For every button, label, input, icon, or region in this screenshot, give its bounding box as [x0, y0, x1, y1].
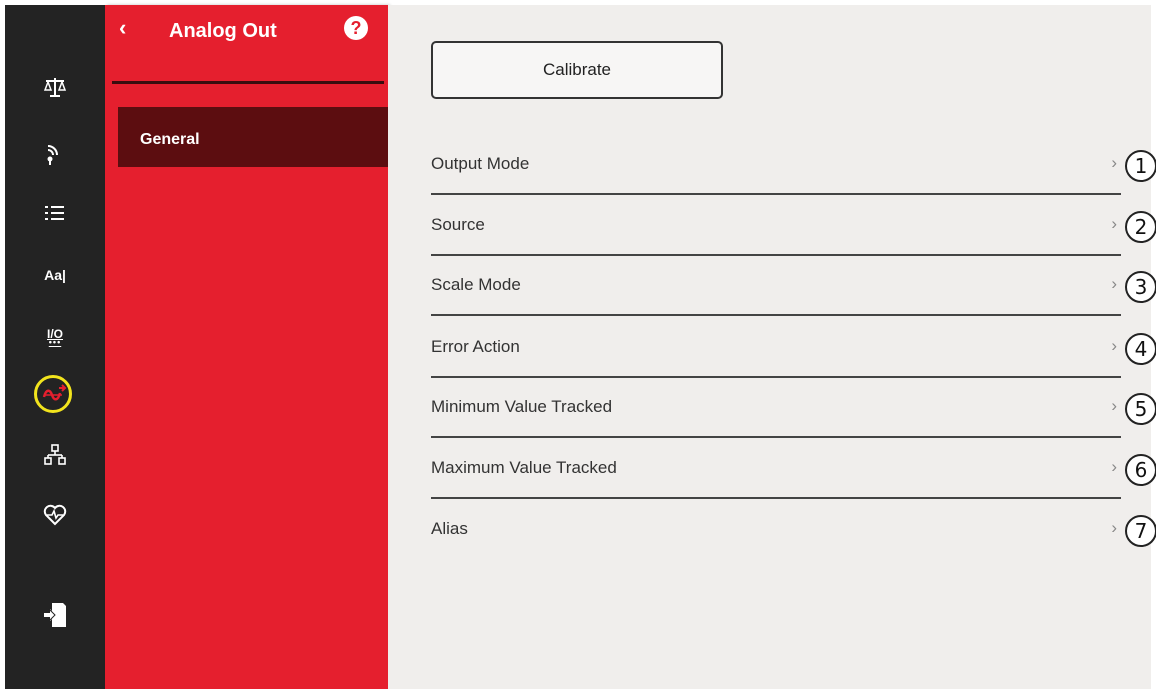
- menu-item-label: General: [140, 131, 200, 148]
- main-content: Calibrate Output Mode › Source › Scale M…: [388, 5, 1156, 689]
- chevron-right-icon: ›: [1111, 396, 1117, 415]
- list-icon[interactable]: [5, 193, 105, 233]
- callout-4: 4: [1125, 333, 1156, 365]
- chevron-right-icon: ›: [1111, 214, 1117, 233]
- callout-6: 6: [1125, 454, 1156, 486]
- callout-1: 1: [1125, 150, 1156, 182]
- icon-rail: Aa| I/O •••: [5, 5, 105, 689]
- callout-7: 7: [1125, 515, 1156, 547]
- help-icon[interactable]: ?: [344, 16, 368, 40]
- row-divider: [431, 314, 1121, 316]
- analog-out-menu: ‹ Analog Out ? General: [105, 5, 388, 689]
- setting-row-source[interactable]: Source ›: [431, 196, 1121, 256]
- callout-2: 2: [1125, 211, 1156, 243]
- network-icon[interactable]: [5, 435, 105, 475]
- calibrate-button[interactable]: Calibrate: [431, 41, 723, 99]
- menu-header: ‹ Analog Out ?: [105, 5, 388, 65]
- heart-health-icon[interactable]: [5, 495, 105, 535]
- callout-5: 5: [1125, 393, 1156, 425]
- scale-icon[interactable]: [5, 67, 105, 107]
- wireless-signal-icon[interactable]: [5, 133, 105, 173]
- setting-row-scale-mode[interactable]: Scale Mode ›: [431, 256, 1121, 316]
- chevron-right-icon: ›: [1111, 153, 1117, 172]
- row-divider: [431, 436, 1121, 438]
- setting-row-maximum-value-tracked[interactable]: Maximum Value Tracked ›: [431, 439, 1121, 499]
- row-divider: [431, 193, 1121, 195]
- callout-3: 3: [1125, 271, 1156, 303]
- setting-row-error-action[interactable]: Error Action ›: [431, 318, 1121, 378]
- back-button[interactable]: ‹: [119, 15, 126, 41]
- menu-divider: [112, 81, 384, 84]
- io-icon[interactable]: I/O •••: [5, 317, 105, 357]
- chevron-right-icon: ›: [1111, 457, 1117, 476]
- chevron-right-icon: ›: [1111, 518, 1117, 537]
- chevron-right-icon: ›: [1111, 274, 1117, 293]
- row-divider: [431, 497, 1121, 499]
- chevron-right-icon: ›: [1111, 336, 1117, 355]
- logout-icon[interactable]: [5, 595, 105, 635]
- menu-item-general[interactable]: General: [118, 107, 388, 167]
- page-title: Analog Out: [169, 20, 277, 42]
- setting-row-minimum-value-tracked[interactable]: Minimum Value Tracked ›: [431, 378, 1121, 438]
- setting-row-output-mode[interactable]: Output Mode ›: [431, 135, 1121, 195]
- setting-row-alias[interactable]: Alias ›: [431, 500, 1121, 560]
- font-format-icon[interactable]: Aa|: [5, 255, 105, 295]
- analog-output-icon[interactable]: [5, 374, 105, 414]
